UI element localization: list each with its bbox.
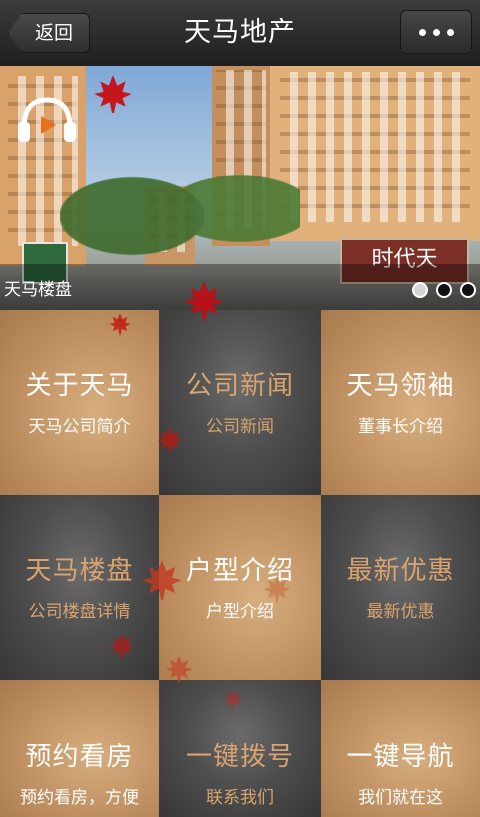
more-options-button[interactable] [400,10,472,54]
menu-tile-about[interactable]: 关于天马 天马公司简介 [0,310,159,495]
headphone-play-icon[interactable] [16,94,78,144]
menu-tile-call[interactable]: 一键拨号 联系我们 [159,680,321,817]
building-photo [270,66,480,241]
menu-tile-subtitle: 我们就在这 [358,788,443,808]
menu-grid: 关于天马 天马公司简介 公司新闻 公司新闻 天马领袖 董事长介绍 天马楼盘 公司… [0,310,480,817]
menu-tile-subtitle: 最新优惠 [366,602,435,622]
banner-carousel[interactable]: 时代天 天马楼盘 [0,66,480,310]
menu-tile-offers[interactable]: 最新优惠 最新优惠 [321,495,480,680]
menu-tile-subtitle: 公司楼盘详情 [28,602,131,622]
carousel-dot-2[interactable] [436,282,452,298]
carousel-dot-1[interactable] [412,282,428,298]
menu-tile-title: 预约看房 [25,742,134,772]
menu-tile-title: 一键导航 [346,742,455,772]
more-dots-icon [432,28,440,36]
menu-tile-booking[interactable]: 预约看房 预约看房，方便 [0,680,159,817]
banner-caption-bar: 天马楼盘 [0,264,480,310]
carousel-dot-3[interactable] [460,282,476,298]
trees-photo [60,126,300,276]
carousel-indicators [412,282,476,298]
menu-tile-navigate[interactable]: 一键导航 我们就在这 [321,680,480,817]
menu-tile-subtitle: 预约看房，方便 [20,788,139,808]
menu-tile-subtitle: 联系我们 [206,788,274,808]
page-title: 天马地产 [184,17,296,48]
menu-tile-subtitle: 户型介绍 [206,602,274,622]
banner-caption: 天马楼盘 [4,280,72,300]
menu-tile-title: 天马领袖 [346,371,455,401]
menu-tile-title: 关于天马 [25,371,134,401]
back-button[interactable]: 返回 [8,13,90,53]
menu-tile-title: 天马楼盘 [25,556,134,586]
menu-tile-subtitle: 天马公司简介 [28,417,131,437]
menu-tile-title: 户型介绍 [185,556,294,586]
menu-tile-title: 一键拨号 [185,742,294,772]
menu-tile-properties[interactable]: 天马楼盘 公司楼盘详情 [0,495,159,680]
menu-tile-floorplans[interactable]: 户型介绍 户型介绍 [159,495,321,680]
top-nav-bar: 返回 天马地产 [0,0,480,67]
menu-tile-news[interactable]: 公司新闻 公司新闻 [159,310,321,495]
menu-tile-title: 最新优惠 [346,556,455,586]
menu-tile-subtitle: 董事长介绍 [358,417,443,437]
more-dots-icon [418,28,426,36]
menu-tile-subtitle: 公司新闻 [206,417,274,437]
menu-tile-leader[interactable]: 天马领袖 董事长介绍 [321,310,480,495]
menu-tile-title: 公司新闻 [185,371,294,401]
more-dots-icon [446,28,454,36]
